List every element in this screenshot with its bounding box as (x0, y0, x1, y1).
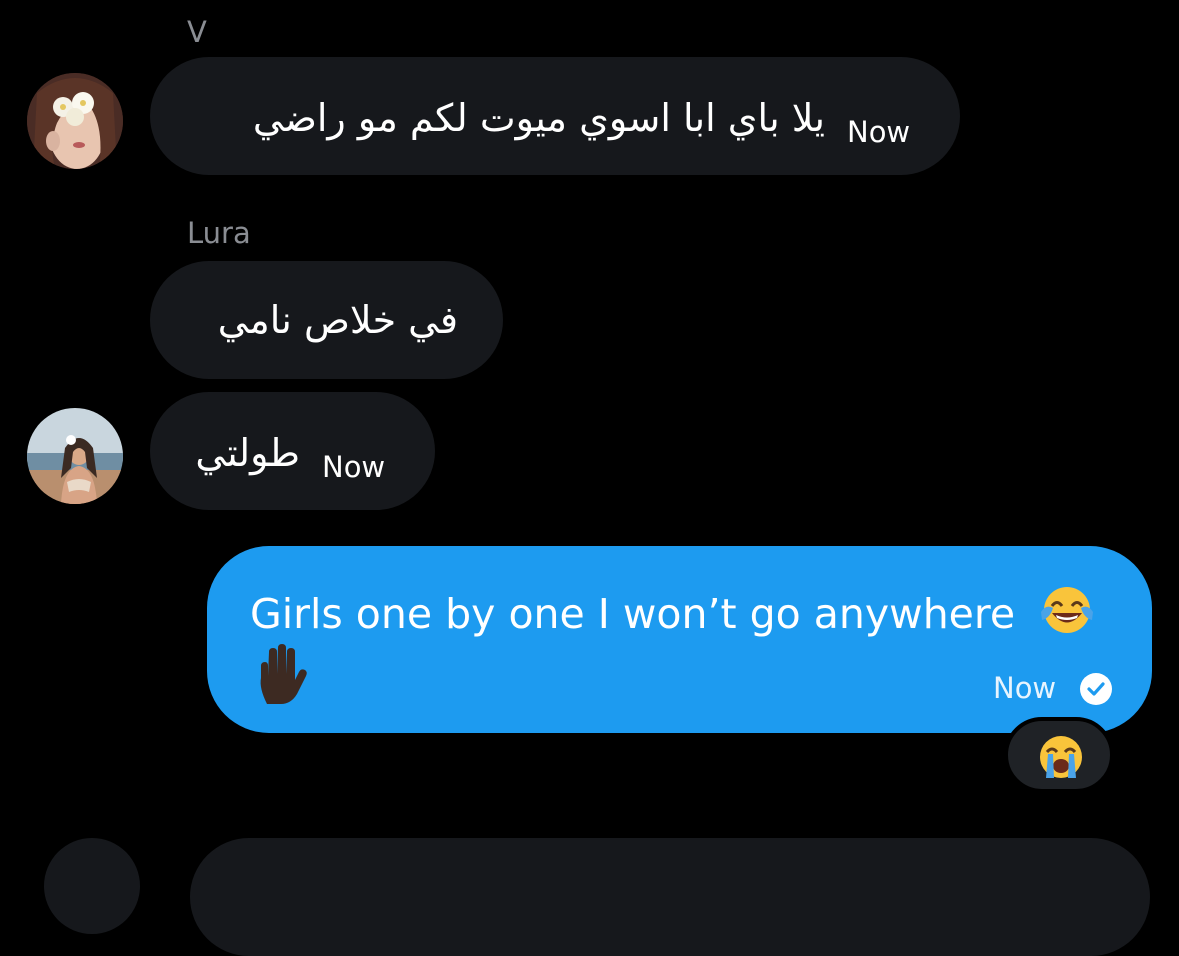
message-text: يلا باي ابا اسوي ميوت لكم مو راضي (252, 96, 825, 140)
avatar[interactable] (27, 73, 123, 169)
face-with-tears-of-joy-icon (1041, 587, 1094, 633)
reaction-badge[interactable] (1004, 717, 1114, 793)
sender-name: V (187, 15, 207, 49)
message-bubble[interactable]: في خلاص نامي (150, 261, 503, 379)
message-bubble[interactable]: طولتي Now (150, 392, 435, 510)
loudly-crying-face-icon (1040, 736, 1082, 778)
message-bubble[interactable]: يلا باي ابا اسوي ميوت لكم مو راضي Now (150, 57, 960, 175)
message-text-content: Girls one by one I won’t go anywhere (250, 590, 1016, 638)
avatar[interactable] (27, 408, 123, 504)
avatar-flower-face-icon (27, 73, 123, 169)
read-check-icon (1080, 673, 1112, 705)
message-time: Now (322, 450, 386, 484)
message-time: Now (847, 115, 911, 149)
message-time: Now (993, 671, 1057, 705)
avatar-beach-girl-icon (27, 408, 123, 504)
message-text: Girls one by one I won’t go anywhere (250, 584, 1096, 636)
message-text: طولتي (195, 431, 300, 475)
message-bubble[interactable] (190, 838, 1150, 956)
sender-name: Lura (187, 216, 251, 250)
message-text: في خلاص نامي (217, 298, 458, 342)
raised-hand-dark-icon (260, 644, 307, 704)
outgoing-message-bubble[interactable]: Girls one by one I won’t go anywhere Now (207, 546, 1152, 733)
avatar[interactable] (44, 838, 140, 934)
